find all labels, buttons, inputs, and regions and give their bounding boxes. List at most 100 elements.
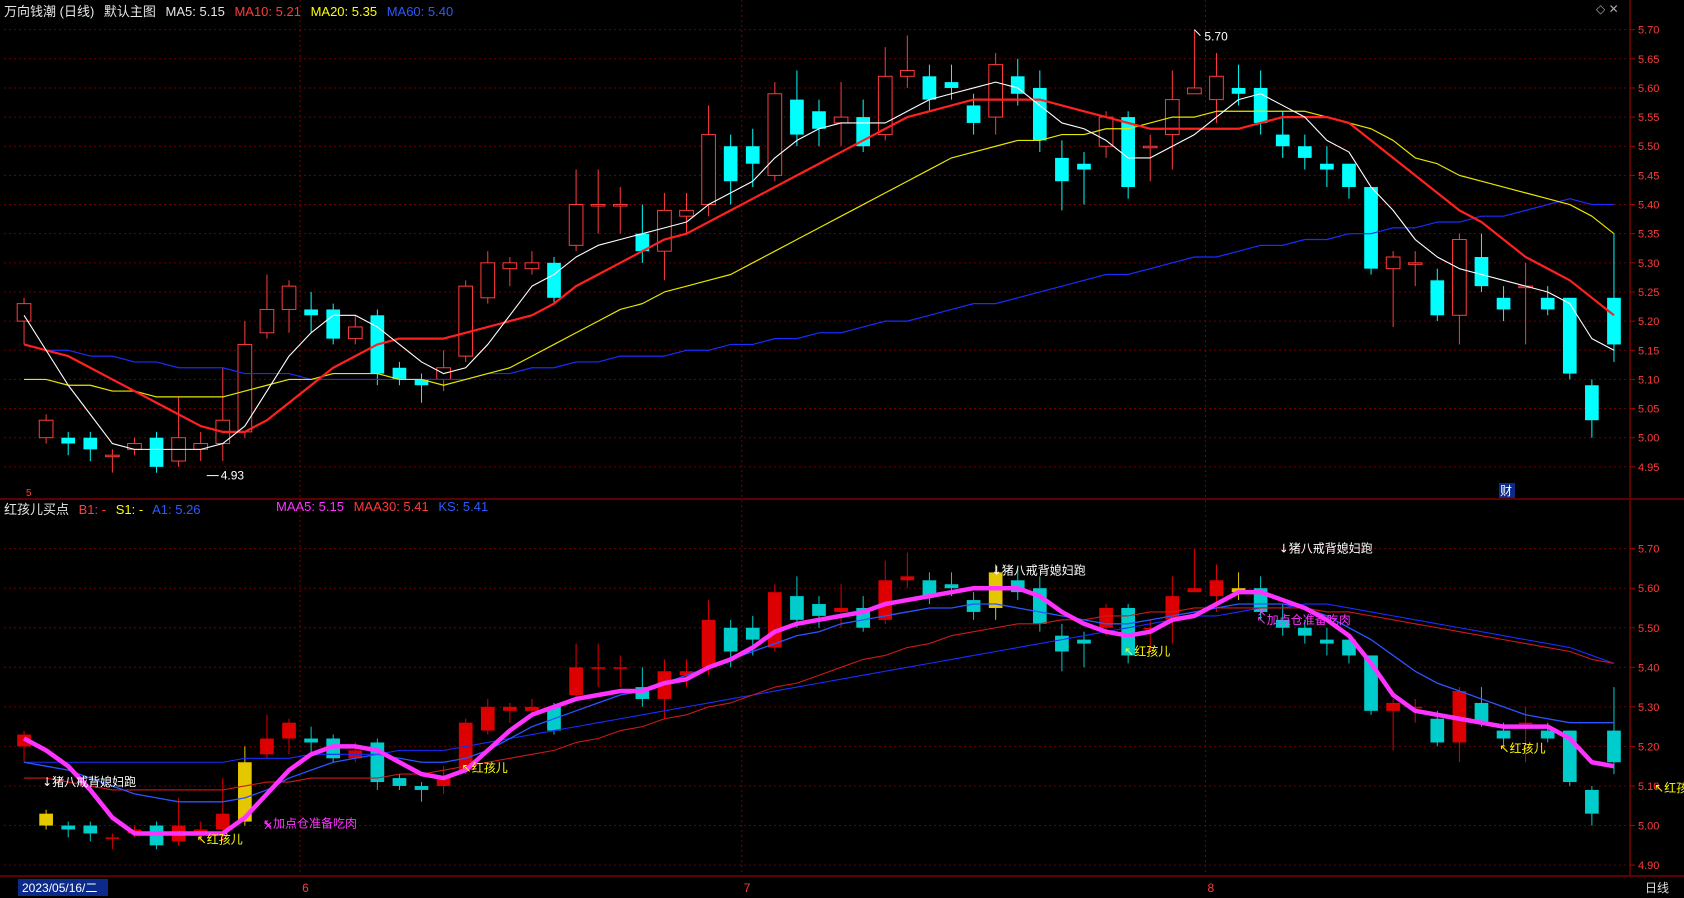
candle-lower-body	[613, 667, 628, 669]
candle-body	[568, 204, 584, 246]
candle-lower-body	[701, 619, 716, 668]
candle-lower	[370, 738, 385, 790]
chart-window: 4.95 5.00 5.05 5.10 5.15 5.20 5.25 5.30 5.35 5.40…	[0, 0, 1684, 898]
y-tick-label: 5.10	[1638, 374, 1659, 386]
candle-body	[723, 146, 738, 182]
candle-upper	[856, 99, 871, 153]
candle-body	[612, 204, 628, 207]
candle-body	[1385, 256, 1401, 270]
candle-upper	[414, 373, 429, 403]
candle-lower	[591, 643, 606, 688]
candle-lower	[1165, 576, 1180, 644]
candle-upper	[944, 64, 959, 100]
candle-lower-body	[392, 778, 407, 786]
candle-lower	[613, 655, 628, 688]
high-label: 5.70	[1204, 30, 1228, 44]
ma20-label: MA20: 5.35	[310, 4, 378, 19]
candle-lower-body	[1055, 635, 1069, 652]
candle-lower-body	[1496, 730, 1511, 739]
candle-body	[1055, 157, 1069, 182]
candle-upper	[679, 192, 694, 234]
signal-annotation: ↓猪八戒背媳妇跑	[42, 774, 136, 789]
candle-upper	[1562, 297, 1577, 380]
candle-lower-body	[1297, 627, 1312, 636]
candle-upper	[1010, 58, 1025, 106]
y-tick-label-lower: 4.90	[1638, 860, 1659, 872]
candle-upper	[304, 291, 318, 333]
s1-label: S1: -	[115, 502, 144, 517]
candle-upper	[745, 128, 760, 188]
signal-annotation: ↖红孩儿	[462, 760, 508, 775]
diamond-icon[interactable]: ◇	[1596, 2, 1605, 16]
candle-upper	[1585, 379, 1599, 438]
candle-lower	[834, 584, 848, 628]
candle-upper	[458, 280, 474, 362]
indicator-name[interactable]: 默认主图	[104, 4, 156, 19]
candle-upper	[392, 361, 407, 386]
candle-lower	[1055, 623, 1069, 672]
candle-lower-body	[282, 722, 296, 739]
y-tick-label: 5.40	[1638, 200, 1659, 212]
signal-annotation: ↓猪八戒背媳妇跑	[992, 562, 1086, 577]
candle-upper	[502, 257, 518, 287]
y-tick-label: 5.35	[1638, 229, 1659, 241]
candle-lower-body	[525, 706, 539, 711]
kline-chart[interactable]: 4.95 5.00 5.05 5.10 5.15 5.20 5.25 5.30 5.35 5.40…	[0, 0, 1684, 898]
candle-lower-body	[1077, 639, 1091, 644]
candle-upper	[790, 70, 804, 147]
window-controls: ◇ ✕	[1596, 2, 1619, 16]
candle-upper	[590, 169, 606, 234]
candle-upper	[1320, 146, 1334, 188]
candle-upper	[547, 257, 561, 304]
candle-body	[899, 69, 915, 77]
candle-upper	[259, 274, 275, 339]
y-tick-label: 5.55	[1638, 112, 1659, 124]
candle-upper	[480, 251, 496, 304]
candle-body	[326, 309, 341, 339]
y-tick-label-lower: 5.70	[1638, 544, 1659, 556]
candle-upper	[1452, 233, 1467, 345]
candle-lower	[1452, 687, 1467, 763]
candle-lower	[1386, 698, 1400, 751]
candle-body	[83, 437, 98, 450]
y-tick-label-lower: 5.60	[1638, 583, 1659, 595]
candle-upper	[61, 431, 76, 456]
candle-body	[1364, 187, 1378, 269]
candle-upper	[1055, 140, 1069, 211]
candle-body	[1474, 257, 1489, 287]
candle-lower-body	[767, 592, 782, 648]
candle-lower-body	[83, 825, 98, 834]
candle-upper	[899, 35, 915, 88]
candle-lower	[503, 702, 517, 723]
candle-upper	[833, 82, 849, 147]
candle-lower-body	[1540, 730, 1555, 739]
candle-body	[304, 309, 318, 316]
candle-lower	[1585, 785, 1599, 826]
y-tick-label: 5.70	[1638, 25, 1659, 37]
candle-lower-body	[878, 580, 893, 620]
signal-annotation: ↖红孩儿	[1500, 740, 1546, 755]
candle-upper	[1518, 262, 1533, 345]
stock-title[interactable]: 万向钱潮 (日线)	[4, 4, 94, 19]
candle-upper	[568, 169, 584, 252]
candle-upper	[1607, 233, 1621, 362]
candle-body	[502, 262, 518, 270]
candle-lower-body	[105, 837, 120, 839]
candle-body	[1253, 87, 1268, 123]
candle-lower	[282, 718, 296, 755]
candle-body	[1452, 239, 1467, 316]
candle-lower-body	[569, 667, 583, 695]
candle-lower	[1187, 548, 1202, 593]
candle-lower-body	[1386, 702, 1400, 711]
lower-indicator-name[interactable]: 红孩儿买点	[4, 502, 69, 517]
lower-header-ma: MAA5: 5.15 MAA30: 5.41 KS: 5.41	[276, 499, 494, 514]
candle-upper	[1407, 251, 1423, 287]
y-tick-label: 5.50	[1638, 141, 1659, 153]
candle-lower	[900, 552, 915, 589]
candle-upper	[767, 82, 783, 182]
y-tick-label: 5.05	[1638, 404, 1659, 416]
y-tick-label-lower: 5.50	[1638, 623, 1659, 635]
close-icon[interactable]: ✕	[1609, 2, 1619, 16]
y-tick-label: 5.00	[1638, 433, 1659, 445]
candle-body	[944, 82, 959, 88]
